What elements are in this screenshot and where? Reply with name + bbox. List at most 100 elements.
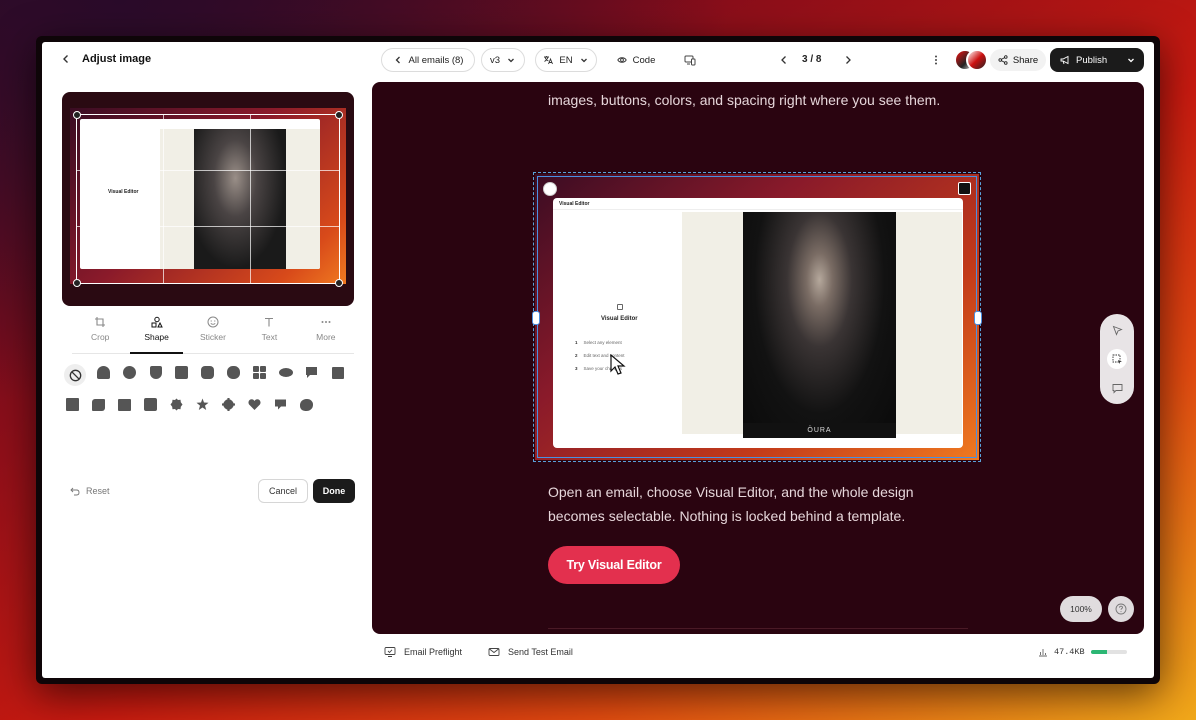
try-visual-editor-button[interactable]: Try Visual Editor [548,546,680,584]
zoom-level-button[interactable]: 100% [1060,596,1102,622]
step-text: Select any element [583,340,622,345]
shape-flower-option[interactable] [225,364,242,381]
screen-toolbar: Visual Editor [553,198,963,210]
shape-none-option[interactable] [64,364,86,386]
crop-handle[interactable] [335,111,343,119]
next-email-button[interactable] [840,52,856,68]
adjust-image-panel: Visual Editor Crop Shape Sticker Text Mo… [42,80,372,678]
code-label: Code [632,54,656,66]
language-select[interactable]: EN [535,48,597,72]
version-label: v3 [489,54,501,66]
chevron-down-icon[interactable] [1126,55,1136,65]
photo-caption: ÖURA [743,423,896,438]
mail-icon [488,648,500,656]
all-emails-label: All emails (8) [408,54,464,66]
crop-handle[interactable] [335,279,343,287]
crop-handle[interactable] [73,279,81,287]
shape-seal-option[interactable] [220,396,237,413]
speech-bubble-icon [306,367,317,378]
shape-grid-option[interactable] [251,364,268,381]
comment-tool-button[interactable] [1107,378,1127,398]
shape-oval-option[interactable] [277,364,294,381]
seal-shape-icon [222,398,235,411]
translate-icon [544,56,554,65]
tab-label: Crop [90,332,110,342]
version-select[interactable]: v3 [481,48,525,72]
select-tool-button[interactable] [1107,320,1127,340]
embedded-screenshot: Visual Editor ÖURA Visual Editor 1 Select… [553,198,963,448]
back-button[interactable]: Adjust image [60,53,151,65]
chevron-right-icon [846,56,851,64]
shape-circle-option[interactable] [121,364,138,381]
tab-shape[interactable]: Shape [128,316,184,354]
shape-blob-option[interactable] [298,396,315,413]
more-vertical-icon [935,55,937,65]
help-button[interactable] [1108,596,1134,622]
shape-square-option[interactable] [173,364,190,381]
select-area-icon [1112,354,1122,364]
reset-button[interactable]: Reset [70,486,110,496]
chevron-left-icon [63,55,68,63]
tab-text[interactable]: Text [241,316,297,353]
collaborator-avatars[interactable] [954,49,988,71]
email-canvas[interactable]: images, buttons, colors, and spacing rig… [372,82,1144,634]
resize-handle-right[interactable] [974,311,982,325]
email-size-indicator: 47.4KB [1038,647,1127,657]
chevron-down-icon [580,58,587,63]
send-test-email-button[interactable]: Send Test Email [488,646,573,658]
comment-icon [1112,383,1122,394]
all-emails-button[interactable]: All emails (8) [381,48,475,72]
share-label: Share [1012,54,1039,66]
no-shape-icon [69,369,81,381]
reset-label: Reset [86,486,110,496]
pointer-icon [1112,325,1123,336]
list-item: 1 Select any element [575,336,625,349]
image-link-icon[interactable] [958,182,971,195]
send-test-label: Send Test Email [508,647,573,657]
size-progress-bar [1090,650,1127,654]
shape-heart-option[interactable] [246,396,263,413]
shape-shield-option[interactable] [147,364,164,381]
crop-guide [249,115,251,283]
avatar [966,49,988,71]
tab-crop[interactable]: Crop [72,316,128,353]
resize-handle-left[interactable] [532,311,540,325]
device-preview-button[interactable] [682,52,698,68]
star-shape-icon [196,398,209,410]
megaphone-icon [1060,55,1069,65]
image-preview: Visual Editor [62,92,354,306]
done-button[interactable]: Done [313,479,355,503]
email-preflight-button[interactable]: Email Preflight [384,646,462,658]
share-button[interactable]: Share [990,49,1046,71]
shape-burst-option[interactable] [168,396,185,413]
devices-icon [684,55,696,66]
code-toggle[interactable]: Code [605,48,667,72]
prev-email-button[interactable] [776,52,792,68]
step-number: 2 [575,353,578,358]
portrait-photo [743,212,896,438]
shape-chat-option[interactable] [272,396,289,413]
shape-rounded-square-option[interactable] [199,364,216,381]
crop-handle[interactable] [73,111,81,119]
crop-frame[interactable] [73,111,343,287]
shape-arch-option[interactable] [95,364,112,381]
cancel-button[interactable]: Cancel [258,479,308,503]
body-text[interactable]: images, buttons, colors, and spacing rig… [548,88,968,112]
select-area-tool-button[interactable] [1107,349,1127,369]
publish-button[interactable]: Publish [1050,48,1144,72]
shape-square-alt-option[interactable] [329,364,346,381]
tab-label: Shape [144,332,169,342]
preflight-label: Email Preflight [404,647,463,657]
shape-ticket-option[interactable] [142,396,159,413]
more-options-button[interactable] [928,52,944,68]
shape-square-option[interactable] [64,396,81,413]
shape-speech-option[interactable] [303,364,320,381]
shape-wave-option[interactable] [90,396,107,413]
body-text[interactable]: Open an email, choose Visual Editor, and… [548,480,968,528]
heart-shape-icon [248,399,261,410]
tab-more[interactable]: More [298,316,354,353]
shape-notched-option[interactable] [116,396,133,413]
size-progress-fill [1090,650,1107,654]
tab-sticker[interactable]: Sticker [185,316,241,353]
shape-star-option[interactable] [194,396,211,413]
